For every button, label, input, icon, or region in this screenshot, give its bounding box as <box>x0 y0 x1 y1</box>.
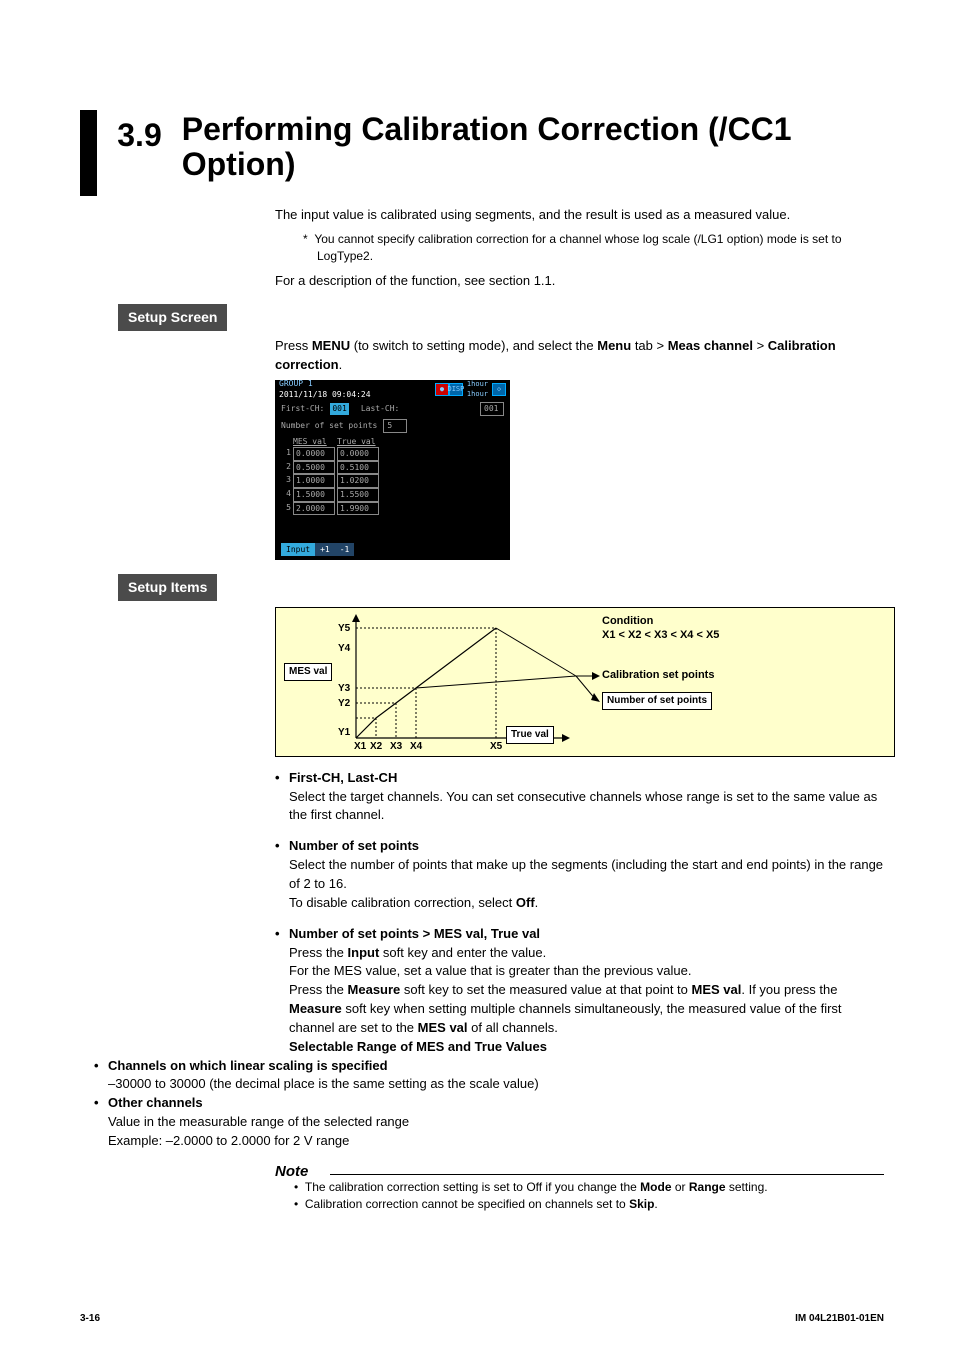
table-row: 41.50001.5500 <box>281 488 504 502</box>
device-screenshot: GROUP 1 2011/11/18 09:04:24 ● DISP 1hour… <box>275 380 510 560</box>
plus-one-softkey[interactable]: +1 <box>315 543 335 557</box>
mes-cell[interactable]: 1.0000 <box>293 474 335 488</box>
y5-label: Y5 <box>338 622 350 637</box>
table-row: 52.00001.9900 <box>281 502 504 516</box>
other-heading: •Other channels <box>94 1094 884 1113</box>
first-ch-value[interactable]: 001 <box>330 403 348 415</box>
range-heading: Selectable Range of MES and True Values <box>289 1038 884 1057</box>
setup-screen-heading: Setup Screen <box>118 304 227 330</box>
col-mes: MES val <box>293 436 335 448</box>
points-table: MES val True val 10.00000.0000 20.50000.… <box>281 436 504 516</box>
mes-cell[interactable]: 0.5000 <box>293 461 335 475</box>
condition-text: X1 < X2 < X3 < X4 < X5 <box>602 628 719 644</box>
mes-true-heading: •Number of set points > MES val, True va… <box>275 925 884 944</box>
group-label: GROUP 1 <box>279 378 371 390</box>
diamond-icon: ◇ <box>492 383 506 396</box>
col-true: True val <box>337 436 379 448</box>
page-footer: 3-16 IM 04L21B01-01EN <box>80 1312 884 1327</box>
mes-cell[interactable]: 1.5000 <box>293 488 335 502</box>
table-row: 31.00001.0200 <box>281 474 504 488</box>
y2-label: Y2 <box>338 697 350 712</box>
true-cell[interactable]: 1.5500 <box>337 488 379 502</box>
calibration-diagram: MES val True val Number of set points Ca… <box>275 607 895 757</box>
section-title: Performing Calibration Correction (/CC1 … <box>182 112 884 182</box>
menu-tab: Menu <box>597 338 631 353</box>
linear-body: –30000 to 30000 (the decimal place is th… <box>108 1075 884 1094</box>
hour2: 1hour <box>467 389 488 399</box>
note-item-1: • The calibration correction setting is … <box>294 1179 884 1196</box>
doc-id: IM 04L21B01-01EN <box>795 1312 884 1327</box>
true-cell[interactable]: 1.0200 <box>337 474 379 488</box>
last-ch-value[interactable]: 001 <box>480 402 504 416</box>
y1-label: Y1 <box>338 726 350 741</box>
mes-val-box: MES val <box>284 663 332 682</box>
first-ch-label: First-CH: <box>281 403 324 415</box>
mes-body3: Press the Measure soft key to set the me… <box>289 981 884 1038</box>
footnote: * You cannot specify calibration correct… <box>303 231 884 266</box>
row-idx: 5 <box>281 502 291 516</box>
x4-label: X4 <box>410 740 422 755</box>
page-number: 3-16 <box>80 1312 100 1327</box>
y4-label: Y4 <box>338 642 350 657</box>
note-rule <box>330 1174 884 1175</box>
mes-cell[interactable]: 0.0000 <box>293 447 335 461</box>
row-idx: 2 <box>281 461 291 475</box>
section-marker-bar <box>80 110 97 196</box>
mes-cell[interactable]: 2.0000 <box>293 502 335 516</box>
calib-points-label: Calibration set points <box>602 668 714 684</box>
table-row: 20.50000.5100 <box>281 461 504 475</box>
num-points-box: Number of set points <box>602 692 712 711</box>
x2-label: X2 <box>370 740 382 755</box>
y3-label: Y3 <box>338 682 350 697</box>
num-points-heading: •Number of set points <box>275 837 884 856</box>
section-number: 3.9 <box>117 112 161 158</box>
num-points-body1: Select the number of points that make up… <box>289 856 884 894</box>
footnote-text: You cannot specify calibration correctio… <box>314 232 841 263</box>
num-points-label: Number of set points <box>281 420 377 432</box>
text: > <box>753 338 768 353</box>
disp-icon: DISP <box>449 383 463 396</box>
menu-key: MENU <box>312 338 350 353</box>
linear-heading: •Channels on which linear scaling is spe… <box>94 1057 884 1076</box>
text: (to switch to setting mode), and select … <box>350 338 597 353</box>
text: Press <box>275 338 312 353</box>
datetime-label: 2011/11/18 09:04:24 <box>279 389 371 401</box>
true-cell[interactable]: 0.5100 <box>337 461 379 475</box>
table-row: 10.00000.0000 <box>281 447 504 461</box>
intro-text: The input value is calibrated using segm… <box>275 206 884 225</box>
footnote-star: * <box>303 232 308 246</box>
section-header: 3.9 Performing Calibration Correction (/… <box>80 110 884 196</box>
last-ch-label: Last-CH: <box>361 403 400 415</box>
other-body1: Value in the measurable range of the sel… <box>108 1113 884 1132</box>
mes-body2: For the MES value, set a value that is g… <box>289 962 884 981</box>
x3-label: X3 <box>390 740 402 755</box>
true-val-box: True val <box>506 726 554 745</box>
other-body2: Example: –2.0000 to 2.0000 for 2 V range <box>108 1132 884 1151</box>
mes-body1: Press the Input soft key and enter the v… <box>289 944 884 963</box>
row-idx: 3 <box>281 474 291 488</box>
input-softkey[interactable]: Input <box>281 543 315 557</box>
num-points-value[interactable]: 5 <box>383 419 407 433</box>
note-item-2: • Calibration correction cannot be speci… <box>294 1196 884 1213</box>
true-cell[interactable]: 0.0000 <box>337 447 379 461</box>
row-idx: 1 <box>281 447 291 461</box>
x1-label: X1 <box>354 740 366 755</box>
x5-label: X5 <box>490 740 502 755</box>
row-idx: 4 <box>281 488 291 502</box>
num-points-body2: To disable calibration correction, selec… <box>289 894 884 913</box>
text: tab > <box>631 338 668 353</box>
menu-instruction: Press MENU (to switch to setting mode), … <box>275 337 884 375</box>
text: . <box>339 357 343 372</box>
setup-items-heading: Setup Items <box>118 574 217 600</box>
first-last-body: Select the target channels. You can set … <box>289 788 884 826</box>
see-section-ref: For a description of the function, see s… <box>275 272 884 291</box>
true-cell[interactable]: 1.9900 <box>337 502 379 516</box>
meas-channel: Meas channel <box>668 338 753 353</box>
first-last-heading: •First-CH, Last-CH <box>275 769 884 788</box>
minus-one-softkey[interactable]: -1 <box>335 543 355 557</box>
hour1: 1hour <box>467 379 488 389</box>
